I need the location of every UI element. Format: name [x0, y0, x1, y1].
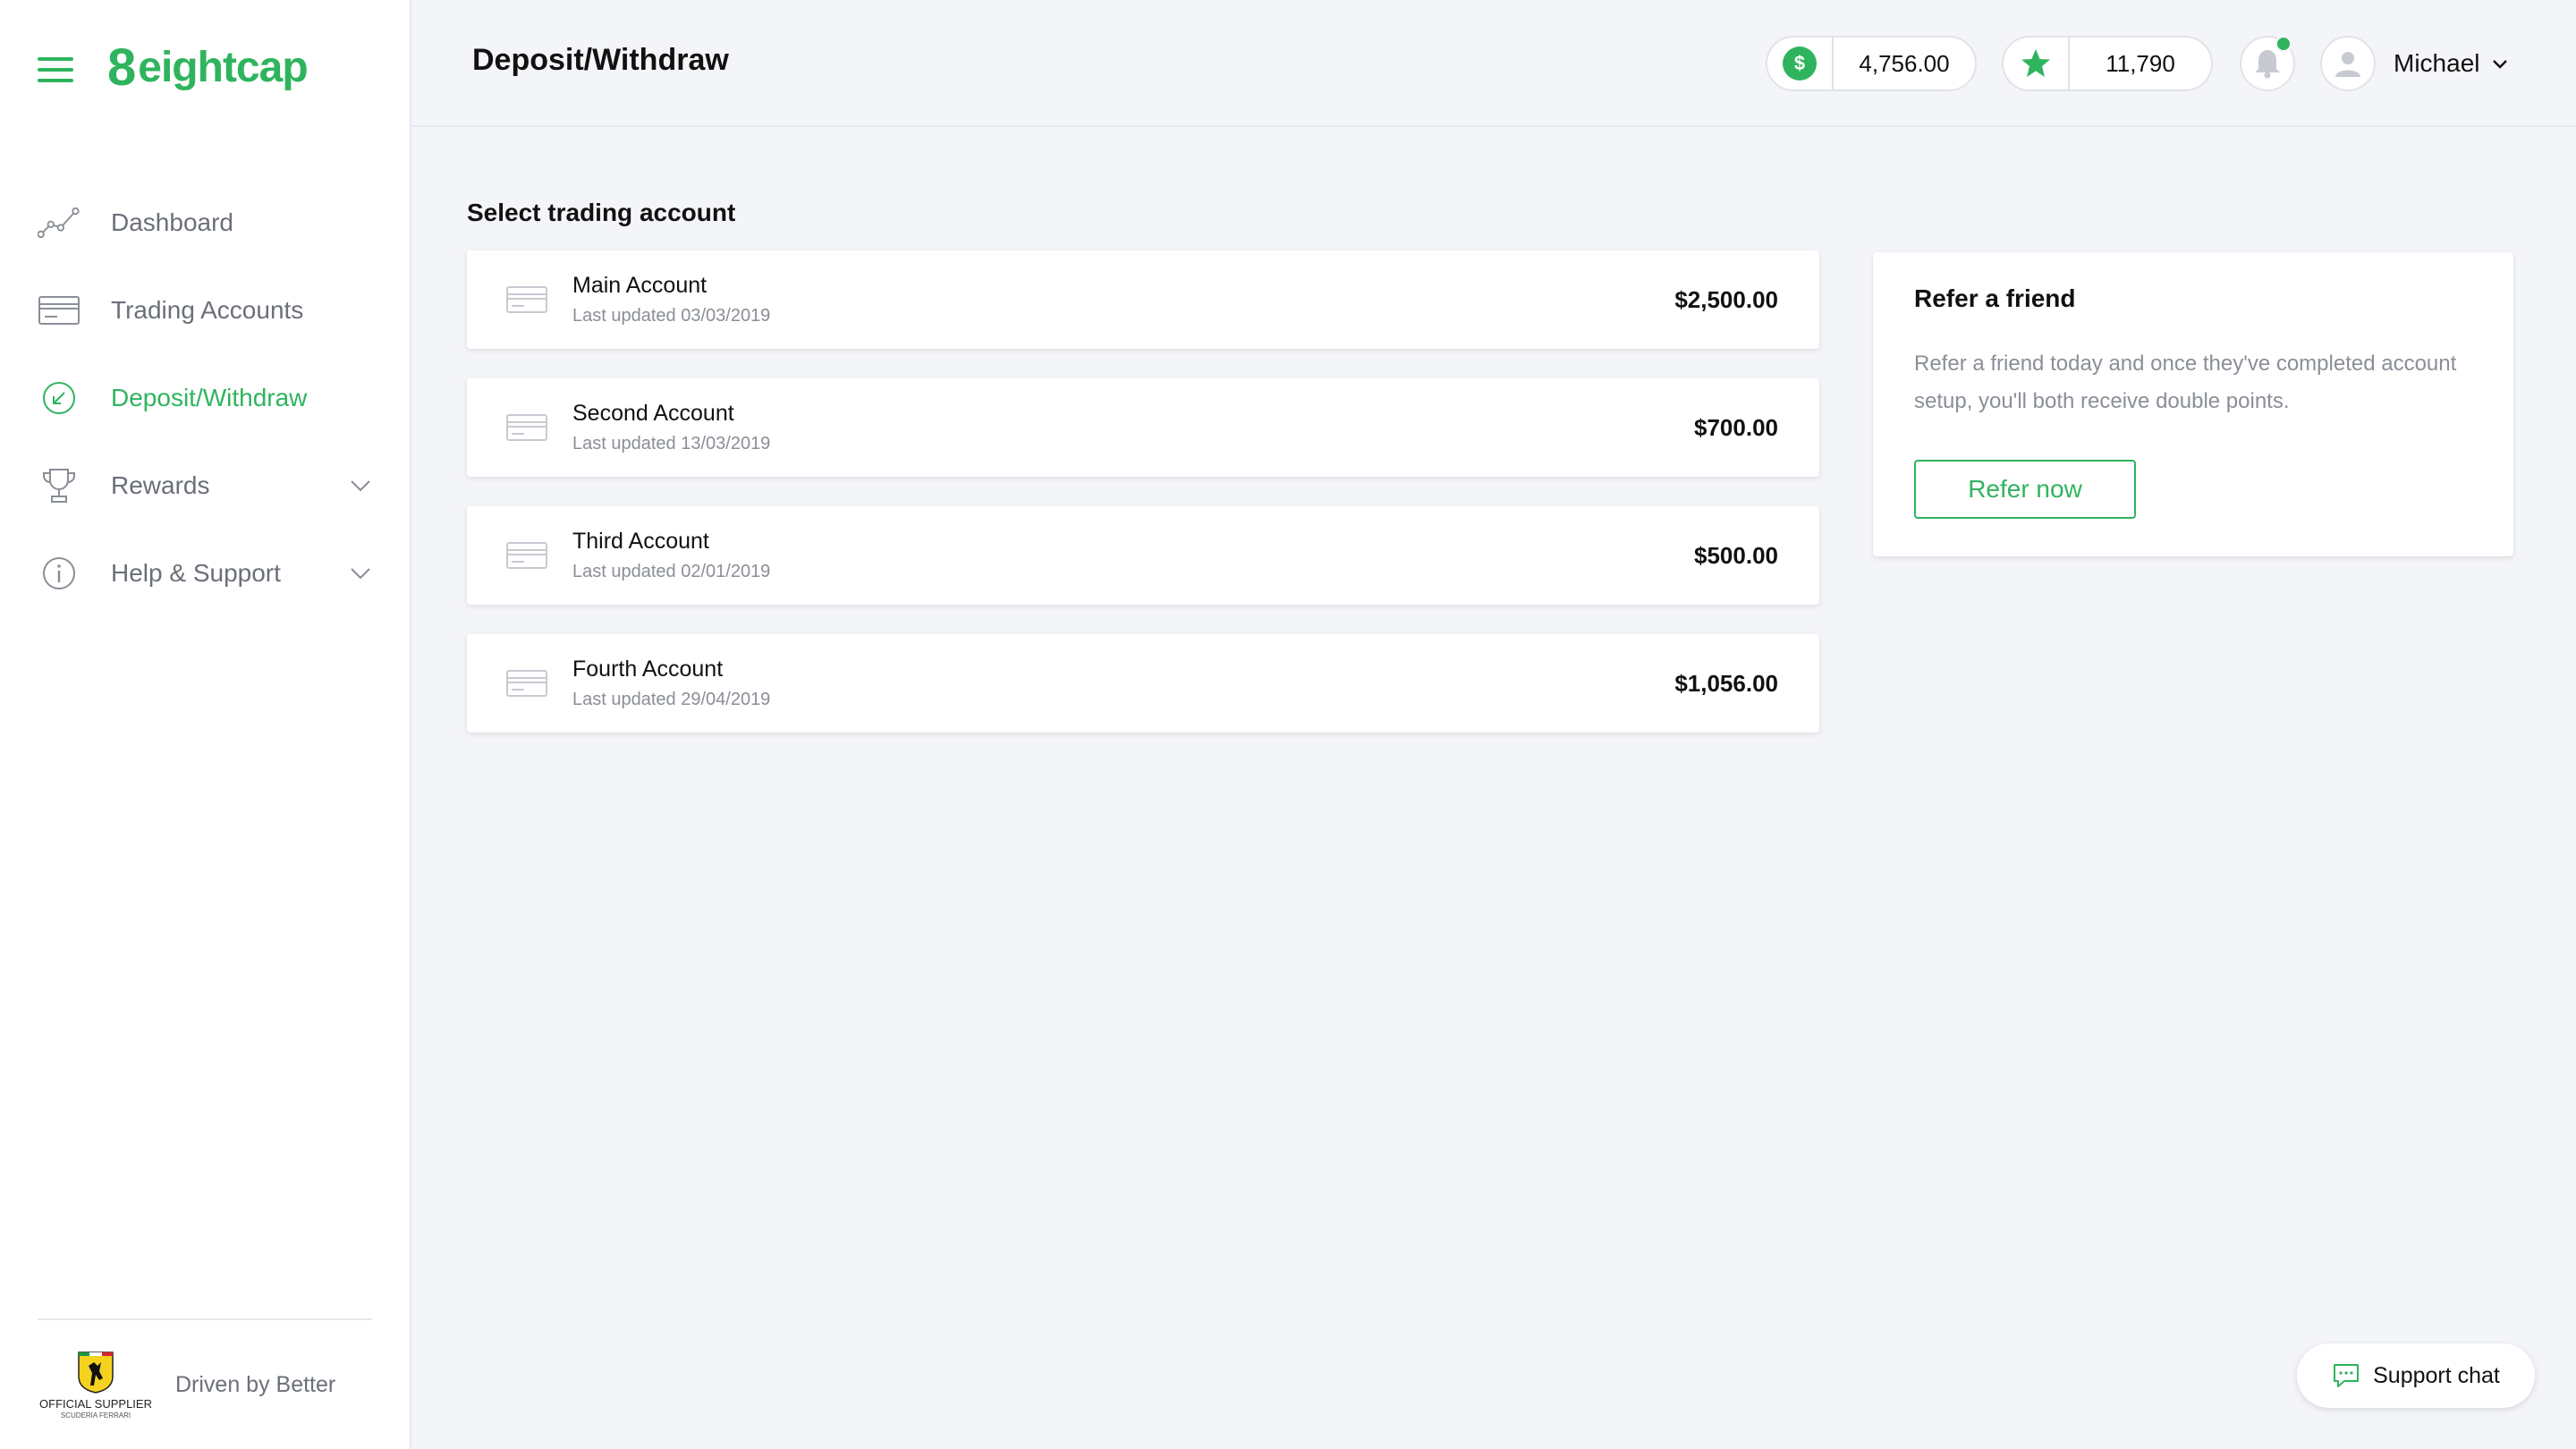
notifications-button[interactable]: [2240, 36, 2295, 91]
account-name: Second Account: [572, 401, 734, 426]
ferrari-logo: OFFICIAL SUPPLIER SCUDERIA FERRARI: [38, 1340, 154, 1429]
sidebar-item-dashboard[interactable]: Dashboard: [0, 179, 410, 267]
card-icon: [506, 542, 547, 569]
sidebar-item-label: Dashboard: [111, 208, 233, 236]
info-icon: [38, 552, 80, 595]
account-updated: Last updated 29/04/2019: [572, 690, 771, 709]
chevron-down-icon[interactable]: [349, 562, 372, 585]
refer-title: Refer a friend: [1914, 284, 2076, 312]
points-value: 11,790: [2106, 49, 2175, 77]
account-amount: $700.00: [1694, 413, 1778, 441]
balance-value: 4,756.00: [1859, 49, 1950, 77]
bell-icon: [2255, 50, 2280, 79]
account-updated: Last updated 13/03/2019: [572, 434, 771, 453]
chevron-down-icon[interactable]: [349, 474, 372, 497]
card-icon: [506, 414, 547, 441]
balance-pill[interactable]: $ 4,756.00: [1766, 36, 1977, 91]
top-header: Deposit/Withdraw $ 4,756.00 11,790 Micha…: [411, 0, 2576, 127]
account-name: Third Account: [572, 529, 709, 554]
avatar: [2320, 36, 2376, 91]
chat-icon: [2334, 1364, 2360, 1387]
balance-icon-cell: $: [1767, 38, 1834, 89]
ferrari-shield-icon: [78, 1352, 114, 1394]
sidebar-item-label: Deposit/Withdraw: [111, 384, 308, 411]
account-card-second[interactable]: Second Account Last updated 13/03/2019 $…: [467, 378, 1819, 477]
support-chat-label: Support chat: [2373, 1362, 2500, 1388]
account-name: Fourth Account: [572, 657, 724, 682]
section-title: Select trading account: [467, 199, 736, 226]
account-info: Main Account Last updated 03/03/2019: [572, 273, 770, 326]
refer-description: Refer a friend today and once they've co…: [1914, 352, 2457, 413]
eightcap-logo[interactable]: 8 eightcap: [107, 38, 309, 97]
transfer-icon: [38, 377, 80, 419]
card-icon: [506, 670, 547, 697]
account-name: Main Account: [572, 273, 708, 298]
logo-mark: 8: [107, 38, 137, 97]
account-info: Fourth Account Last updated 29/04/2019: [572, 657, 770, 710]
account-amount: $500.00: [1694, 541, 1778, 569]
support-chat-button[interactable]: Support chat: [2297, 1343, 2535, 1408]
tagline: Driven by Better: [175, 1371, 336, 1397]
points-pill[interactable]: 11,790: [2002, 36, 2213, 91]
page-title: Deposit/Withdraw: [472, 43, 729, 77]
account-updated: Last updated 03/03/2019: [572, 306, 771, 326]
sidebar-item-label: Rewards: [111, 471, 210, 499]
trophy-icon: [38, 464, 80, 507]
user-menu[interactable]: Michael: [2320, 36, 2510, 91]
chevron-down-icon: [2493, 60, 2508, 69]
chart-line-icon: [38, 201, 80, 244]
account-card-main[interactable]: Main Account Last updated 03/03/2019 $2,…: [467, 250, 1819, 349]
account-amount: $2,500.00: [1674, 285, 1778, 313]
account-list: Main Account Last updated 03/03/2019 $2,…: [467, 250, 1819, 762]
refer-now-button[interactable]: Refer now: [1914, 460, 2136, 519]
logo-text: eightcap: [138, 44, 308, 91]
notification-dot: [2275, 36, 2292, 52]
user-name: Michael: [2394, 49, 2480, 77]
sidebar-item-trading-accounts[interactable]: Trading Accounts: [0, 267, 410, 354]
refer-a-friend-card: Refer a friend Refer a friend today and …: [1873, 252, 2513, 556]
sidebar-item-rewards[interactable]: Rewards: [0, 442, 410, 530]
points-icon-cell: [2004, 38, 2070, 89]
sidebar-item-label: Trading Accounts: [111, 296, 304, 324]
account-info: Third Account Last updated 02/01/2019: [572, 529, 770, 582]
menu-icon[interactable]: [38, 57, 73, 82]
supplier-subline: SCUDERIA FERRARI: [60, 1411, 131, 1419]
sidebar-footer: OFFICIAL SUPPLIER SCUDERIA FERRARI Drive…: [38, 1318, 372, 1449]
card-icon: [506, 286, 547, 313]
star-icon: [2021, 49, 2050, 77]
account-card-fourth[interactable]: Fourth Account Last updated 29/04/2019 $…: [467, 634, 1819, 733]
account-card-third[interactable]: Third Account Last updated 02/01/2019 $5…: [467, 506, 1819, 605]
sidebar: 8 eightcap Dashboard Trading Accounts De…: [0, 0, 411, 1449]
dollar-icon: $: [1783, 47, 1817, 80]
sidebar-nav: Dashboard Trading Accounts Deposit/Withd…: [0, 179, 410, 617]
account-amount: $1,056.00: [1674, 669, 1778, 697]
account-info: Second Account Last updated 13/03/2019: [572, 401, 770, 454]
sidebar-item-label: Help & Support: [111, 559, 281, 587]
card-icon: [38, 289, 80, 332]
supplier-line: OFFICIAL SUPPLIER: [39, 1397, 152, 1411]
user-icon: [2335, 52, 2360, 77]
sidebar-item-deposit-withdraw[interactable]: Deposit/Withdraw: [0, 354, 410, 442]
account-updated: Last updated 02/01/2019: [572, 562, 771, 581]
sidebar-item-help-support[interactable]: Help & Support: [0, 530, 410, 617]
